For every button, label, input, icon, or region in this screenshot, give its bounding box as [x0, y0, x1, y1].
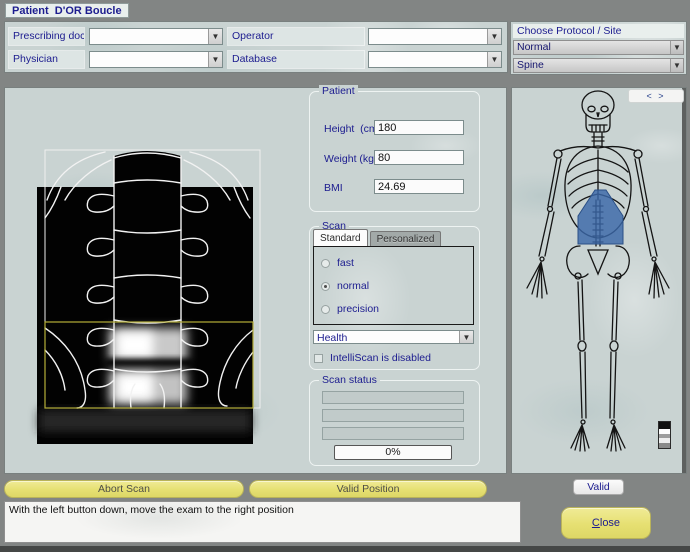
status-line-1 — [322, 391, 464, 404]
operator-value — [369, 29, 487, 44]
scan-image[interactable] — [5, 88, 305, 473]
profile-select[interactable]: Health ▼ — [313, 330, 474, 344]
tab-personalized[interactable]: Personalized — [370, 231, 442, 246]
progress-bar: 0% — [334, 445, 452, 460]
intelliscan-label: IntelliScan is disabled — [330, 352, 431, 364]
physician-select[interactable]: ▼ — [89, 51, 223, 68]
scan-fieldset: Scan Standard Personalized fast normal p… — [309, 226, 480, 370]
height-label: Height (cm) — [324, 122, 381, 136]
chevron-down-icon[interactable]: ▼ — [487, 52, 501, 67]
skeleton-panel: < > — [512, 88, 686, 473]
prescribing-doctor-value — [90, 29, 208, 44]
radio-selected-icon[interactable] — [321, 282, 330, 291]
acquisition-panel: Patient Height (cm) Weight (kg) BMI Scan… — [5, 88, 506, 473]
profile-value: Health — [314, 331, 459, 343]
mode-precision-option[interactable]: precision — [321, 303, 379, 315]
radio-icon[interactable] — [321, 259, 330, 268]
bmi-field[interactable] — [374, 179, 464, 194]
chevron-down-icon[interactable]: ▼ — [208, 52, 222, 67]
height-field[interactable] — [374, 120, 464, 135]
operator-label: Operator — [228, 28, 364, 45]
intelliscan-option[interactable]: IntelliScan is disabled — [314, 352, 431, 364]
chevron-down-icon[interactable]: ▼ — [670, 41, 683, 54]
close-button-label: Close — [562, 508, 650, 539]
table-position-icon — [658, 421, 671, 449]
patient-fieldset-title: Patient — [319, 85, 358, 98]
site-select[interactable]: Spine ▼ — [513, 58, 684, 73]
operator-select[interactable]: ▼ — [368, 28, 502, 45]
identification-panel: Prescribing doctor ▼ Operator ▼ Physicia… — [5, 22, 507, 72]
window-bottom-edge — [0, 546, 690, 552]
chevron-down-icon[interactable]: ▼ — [670, 59, 683, 72]
tab-standard[interactable]: Standard — [313, 229, 368, 246]
scan-status-title: Scan status — [319, 374, 380, 387]
valid-button[interactable]: Valid — [573, 479, 624, 495]
mode-fast-option[interactable]: fast — [321, 257, 354, 269]
skeleton-image[interactable] — [512, 88, 686, 473]
scan-tabs: Standard Personalized — [313, 229, 443, 246]
page-title: Patient D'OR Boucle — [5, 3, 129, 18]
mode-precision-label: precision — [337, 303, 379, 315]
mode-normal-label: normal — [337, 280, 369, 292]
physician-value — [90, 52, 208, 67]
abort-scan-button[interactable]: Abort Scan — [4, 480, 244, 498]
status-line-3 — [322, 427, 464, 440]
status-line-2 — [322, 409, 464, 422]
protocol-select[interactable]: Normal ▼ — [513, 40, 684, 55]
prescribing-doctor-label: Prescribing doctor — [9, 28, 84, 45]
weight-field[interactable] — [374, 150, 464, 165]
weight-label: Weight (kg) — [324, 152, 378, 166]
scan-mode-box: fast normal precision — [313, 246, 474, 325]
protocol-panel: Choose Protocol / Site Normal ▼ Spine ▼ — [511, 22, 686, 74]
database-value — [369, 52, 487, 67]
scan-status-fieldset: Scan status 0% — [309, 380, 480, 466]
mode-fast-label: fast — [337, 257, 354, 269]
radio-icon[interactable] — [321, 305, 330, 314]
prescribing-doctor-select[interactable]: ▼ — [89, 28, 223, 45]
close-button[interactable]: Close — [561, 507, 651, 539]
database-select[interactable]: ▼ — [368, 51, 502, 68]
instruction-message: With the left button down, move the exam… — [4, 501, 521, 543]
mode-normal-option[interactable]: normal — [321, 280, 369, 292]
dxa-acquisition-window: { "window": { "title": "Patient D'OR Bou… — [0, 0, 690, 552]
database-label: Database — [228, 51, 364, 68]
chevron-down-icon[interactable]: ▼ — [487, 29, 501, 44]
chevron-down-icon[interactable]: ▼ — [208, 29, 222, 44]
patient-fieldset: Patient Height (cm) Weight (kg) BMI — [309, 91, 480, 212]
bmi-label: BMI — [324, 181, 343, 195]
valid-position-button[interactable]: Valid Position — [249, 480, 487, 498]
checkbox-icon[interactable] — [314, 354, 323, 363]
site-value: Spine — [514, 59, 670, 72]
protocol-panel-title: Choose Protocol / Site — [513, 24, 684, 38]
protocol-value: Normal — [514, 41, 670, 54]
physician-label: Physician — [9, 51, 84, 68]
chevron-down-icon[interactable]: ▼ — [459, 331, 473, 343]
